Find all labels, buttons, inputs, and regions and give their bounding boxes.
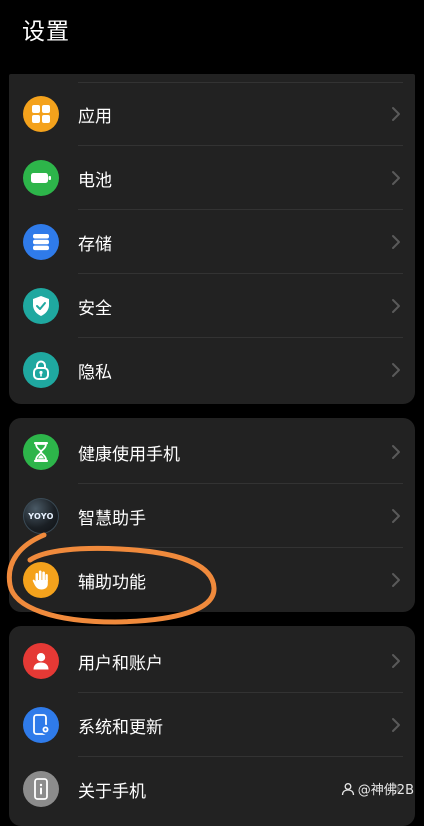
hand-icon	[23, 562, 59, 598]
header: 设置	[0, 0, 424, 70]
apps-grid-icon	[23, 96, 59, 132]
settings-item-label: 存储	[78, 235, 112, 255]
watermark-text: @神佛2B	[357, 783, 414, 798]
settings-item-apps[interactable]: 应用	[9, 82, 415, 146]
settings-group-1: 应用 电池 存储 安全 隐私	[9, 74, 415, 404]
settings-item-privacy[interactable]: 隐私	[9, 338, 415, 402]
chevron-right-icon	[392, 509, 400, 523]
chevron-right-icon	[392, 235, 400, 249]
chevron-right-icon	[392, 718, 400, 732]
chevron-right-icon	[392, 299, 400, 313]
settings-item-label: 关于手机	[78, 782, 146, 802]
settings-item-label: 系统和更新	[78, 718, 163, 738]
settings-item-smart-assistant[interactable]: YOYO 智慧助手	[9, 484, 415, 548]
chevron-right-icon	[392, 171, 400, 185]
settings-item-label: 安全	[78, 299, 112, 319]
user-watermark-icon	[341, 782, 354, 795]
settings-item-label: 智慧助手	[78, 509, 146, 529]
privacy-lock-icon	[23, 352, 59, 388]
settings-group-2: 健康使用手机 YOYO 智慧助手 辅助功能	[9, 418, 415, 612]
settings-item-label: 电池	[78, 171, 112, 191]
phone-update-icon	[23, 707, 59, 743]
settings-item-digital-wellbeing[interactable]: 健康使用手机	[9, 420, 415, 484]
hourglass-icon	[23, 434, 59, 470]
chevron-right-icon	[392, 573, 400, 587]
user-icon	[23, 643, 59, 679]
chevron-right-icon	[392, 654, 400, 668]
settings-item-label: 健康使用手机	[78, 445, 180, 465]
phone-info-icon	[23, 771, 59, 807]
shield-icon	[23, 288, 59, 324]
chevron-right-icon	[392, 107, 400, 121]
page-title: 设置	[22, 19, 70, 45]
storage-icon	[23, 224, 59, 260]
settings-item-security[interactable]: 安全	[9, 274, 415, 338]
yoyo-icon: YOYO	[23, 498, 59, 534]
settings-item-users-accounts[interactable]: 用户和账户	[9, 629, 415, 693]
settings-item-system-update[interactable]: 系统和更新	[9, 693, 415, 757]
settings-item-label: 辅助功能	[78, 573, 146, 593]
watermark: @神佛2B	[341, 779, 414, 798]
settings-item-label: 隐私	[78, 363, 112, 383]
chevron-right-icon	[392, 445, 400, 459]
chevron-right-icon	[392, 363, 400, 377]
settings-item-storage[interactable]: 存储	[9, 210, 415, 274]
settings-item-battery[interactable]: 电池	[9, 146, 415, 210]
settings-item-label: 应用	[78, 107, 112, 127]
settings-item-accessibility[interactable]: 辅助功能	[9, 548, 415, 612]
battery-icon	[23, 160, 59, 196]
settings-item-label: 用户和账户	[78, 654, 163, 674]
yoyo-icon-text: YOYO	[28, 511, 54, 521]
